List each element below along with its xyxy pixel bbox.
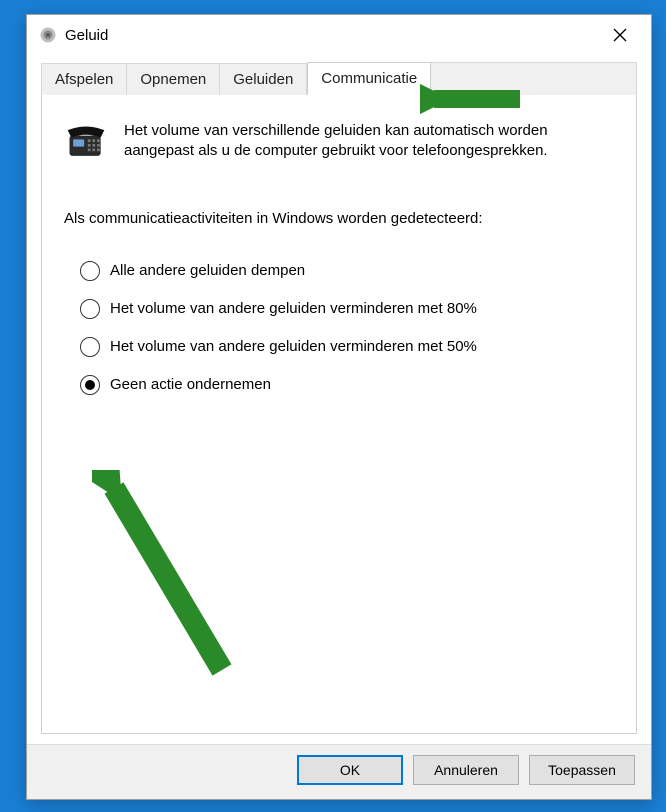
intro-row: Het volume van verschillende geluiden ka… (64, 121, 614, 162)
tabstrip: Afspelen Opnemen Geluiden Communicatie (41, 61, 637, 94)
radio-label: Alle andere geluiden dempen (110, 262, 305, 279)
radio-label: Het volume van andere geluiden verminder… (110, 300, 477, 317)
tabstrip-filler (431, 62, 637, 95)
detection-subhead: Als communicatieactiviteiten in Windows … (64, 210, 614, 227)
dialog-button-row: OK Annuleren Toepassen (27, 744, 651, 799)
radio-label: Geen actie ondernemen (110, 376, 271, 393)
radio-reduce-50[interactable]: Het volume van andere geluiden verminder… (80, 337, 614, 357)
window-title: Geluid (65, 27, 597, 44)
tab-communicatie[interactable]: Communicatie (307, 62, 431, 95)
radio-reduce-80[interactable]: Het volume van andere geluiden verminder… (80, 299, 614, 319)
radio-icon (80, 299, 100, 319)
radio-label: Het volume van andere geluiden verminder… (110, 338, 477, 355)
radio-no-action[interactable]: Geen actie ondernemen (80, 375, 614, 395)
tab-geluiden[interactable]: Geluiden (220, 63, 307, 95)
intro-text: Het volume van verschillende geluiden ka… (124, 121, 614, 162)
telephone-icon (64, 121, 108, 161)
radio-icon (80, 337, 100, 357)
radio-group: Alle andere geluiden dempen Het volume v… (64, 261, 614, 395)
cancel-button[interactable]: Annuleren (413, 755, 519, 785)
radio-icon (80, 261, 100, 281)
sound-dialog: Geluid Afspelen Opnemen Geluiden Communi… (26, 14, 652, 800)
ok-button[interactable]: OK (297, 755, 403, 785)
sound-icon (39, 26, 57, 44)
close-icon (613, 28, 627, 42)
titlebar: Geluid (27, 15, 651, 55)
tab-opnemen[interactable]: Opnemen (127, 63, 220, 95)
radio-icon (80, 375, 100, 395)
tab-panel-communicatie: Het volume van verschillende geluiden ka… (41, 94, 637, 734)
close-button[interactable] (597, 20, 643, 50)
radio-mute-all[interactable]: Alle andere geluiden dempen (80, 261, 614, 281)
tab-afspelen[interactable]: Afspelen (41, 63, 127, 95)
apply-button[interactable]: Toepassen (529, 755, 635, 785)
